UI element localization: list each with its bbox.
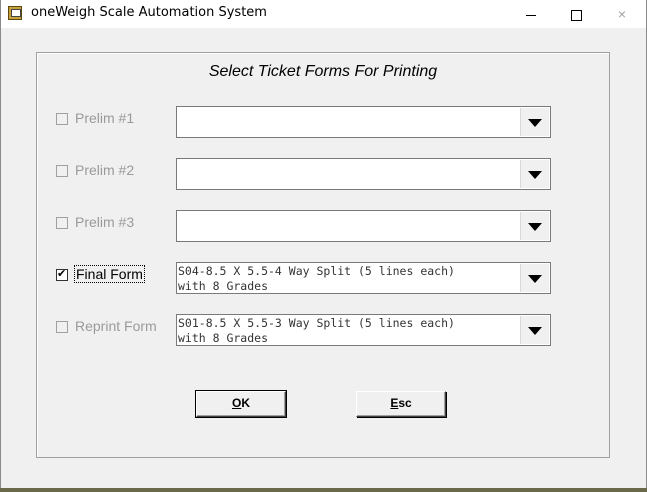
window-title: oneWeigh Scale Automation System	[31, 5, 267, 20]
final-form-checkbox[interactable]: ✔	[56, 268, 68, 281]
ok-button[interactable]: OK	[195, 390, 287, 418]
minimize-button[interactable]	[508, 0, 554, 28]
prelim-1-dropdown[interactable]	[176, 106, 551, 138]
reprint-form-label: Reprint Form	[75, 318, 157, 334]
close-icon: ×	[617, 6, 627, 22]
prelim-2-row: Prelim #2	[37, 158, 609, 192]
prelim-2-label: Prelim #2	[75, 162, 135, 178]
prelim-2-checkbox[interactable]	[56, 165, 68, 177]
chevron-down-icon[interactable]	[520, 316, 549, 344]
final-form-value: S04-8.5 X 5.5-4 Way Split (5 lines each)…	[178, 264, 455, 293]
checkmark-icon: ✔	[57, 268, 67, 280]
reprint-form-value: S01-8.5 X 5.5-3 Way Split (5 lines each)…	[178, 316, 455, 345]
prelim-1-row: Prelim #1	[37, 106, 609, 140]
prelim-2-dropdown[interactable]	[176, 158, 551, 190]
ok-label-rest: K	[241, 396, 250, 410]
ok-mnemonic: O	[231, 396, 242, 410]
prelim-3-label: Prelim #3	[75, 214, 135, 230]
chevron-down-icon[interactable]	[520, 160, 549, 188]
final-form-row: ✔ Final Form S04-8.5 X 5.5-4 Way Split (…	[37, 262, 609, 296]
ticket-forms-panel: Select Ticket Forms For Printing Prelim …	[36, 52, 610, 458]
reprint-form-dropdown[interactable]: S01-8.5 X 5.5-3 Way Split (5 lines each)…	[176, 314, 551, 346]
dialog-heading: Select Ticket Forms For Printing	[208, 63, 438, 80]
prelim-3-dropdown[interactable]	[176, 210, 551, 242]
maximize-icon	[570, 9, 582, 21]
prelim-3-row: Prelim #3	[37, 210, 609, 244]
prelim-1-label: Prelim #1	[75, 110, 135, 126]
prelim-3-checkbox[interactable]	[56, 217, 68, 229]
app-window: oneWeigh Scale Automation System × Selec…	[0, 0, 647, 489]
close-button[interactable]: ×	[599, 0, 645, 28]
final-form-label: Final Form	[74, 265, 145, 283]
chevron-down-icon[interactable]	[520, 212, 549, 240]
maximize-button[interactable]	[553, 0, 599, 28]
esc-label-rest: sc	[398, 396, 412, 410]
final-form-dropdown[interactable]: S04-8.5 X 5.5-4 Way Split (5 lines each)…	[176, 262, 551, 294]
reprint-form-checkbox[interactable]	[56, 321, 68, 333]
reprint-form-row: Reprint Form S01-8.5 X 5.5-3 Way Split (…	[37, 314, 609, 348]
desktop-strip	[0, 488, 647, 492]
title-bar[interactable]: oneWeigh Scale Automation System ×	[1, 0, 646, 28]
chevron-down-icon[interactable]	[520, 108, 549, 136]
app-icon	[8, 6, 22, 20]
chevron-down-icon[interactable]	[520, 264, 549, 292]
prelim-1-checkbox[interactable]	[56, 113, 68, 125]
esc-button[interactable]: Esc	[356, 391, 446, 417]
minimize-icon	[526, 14, 536, 16]
